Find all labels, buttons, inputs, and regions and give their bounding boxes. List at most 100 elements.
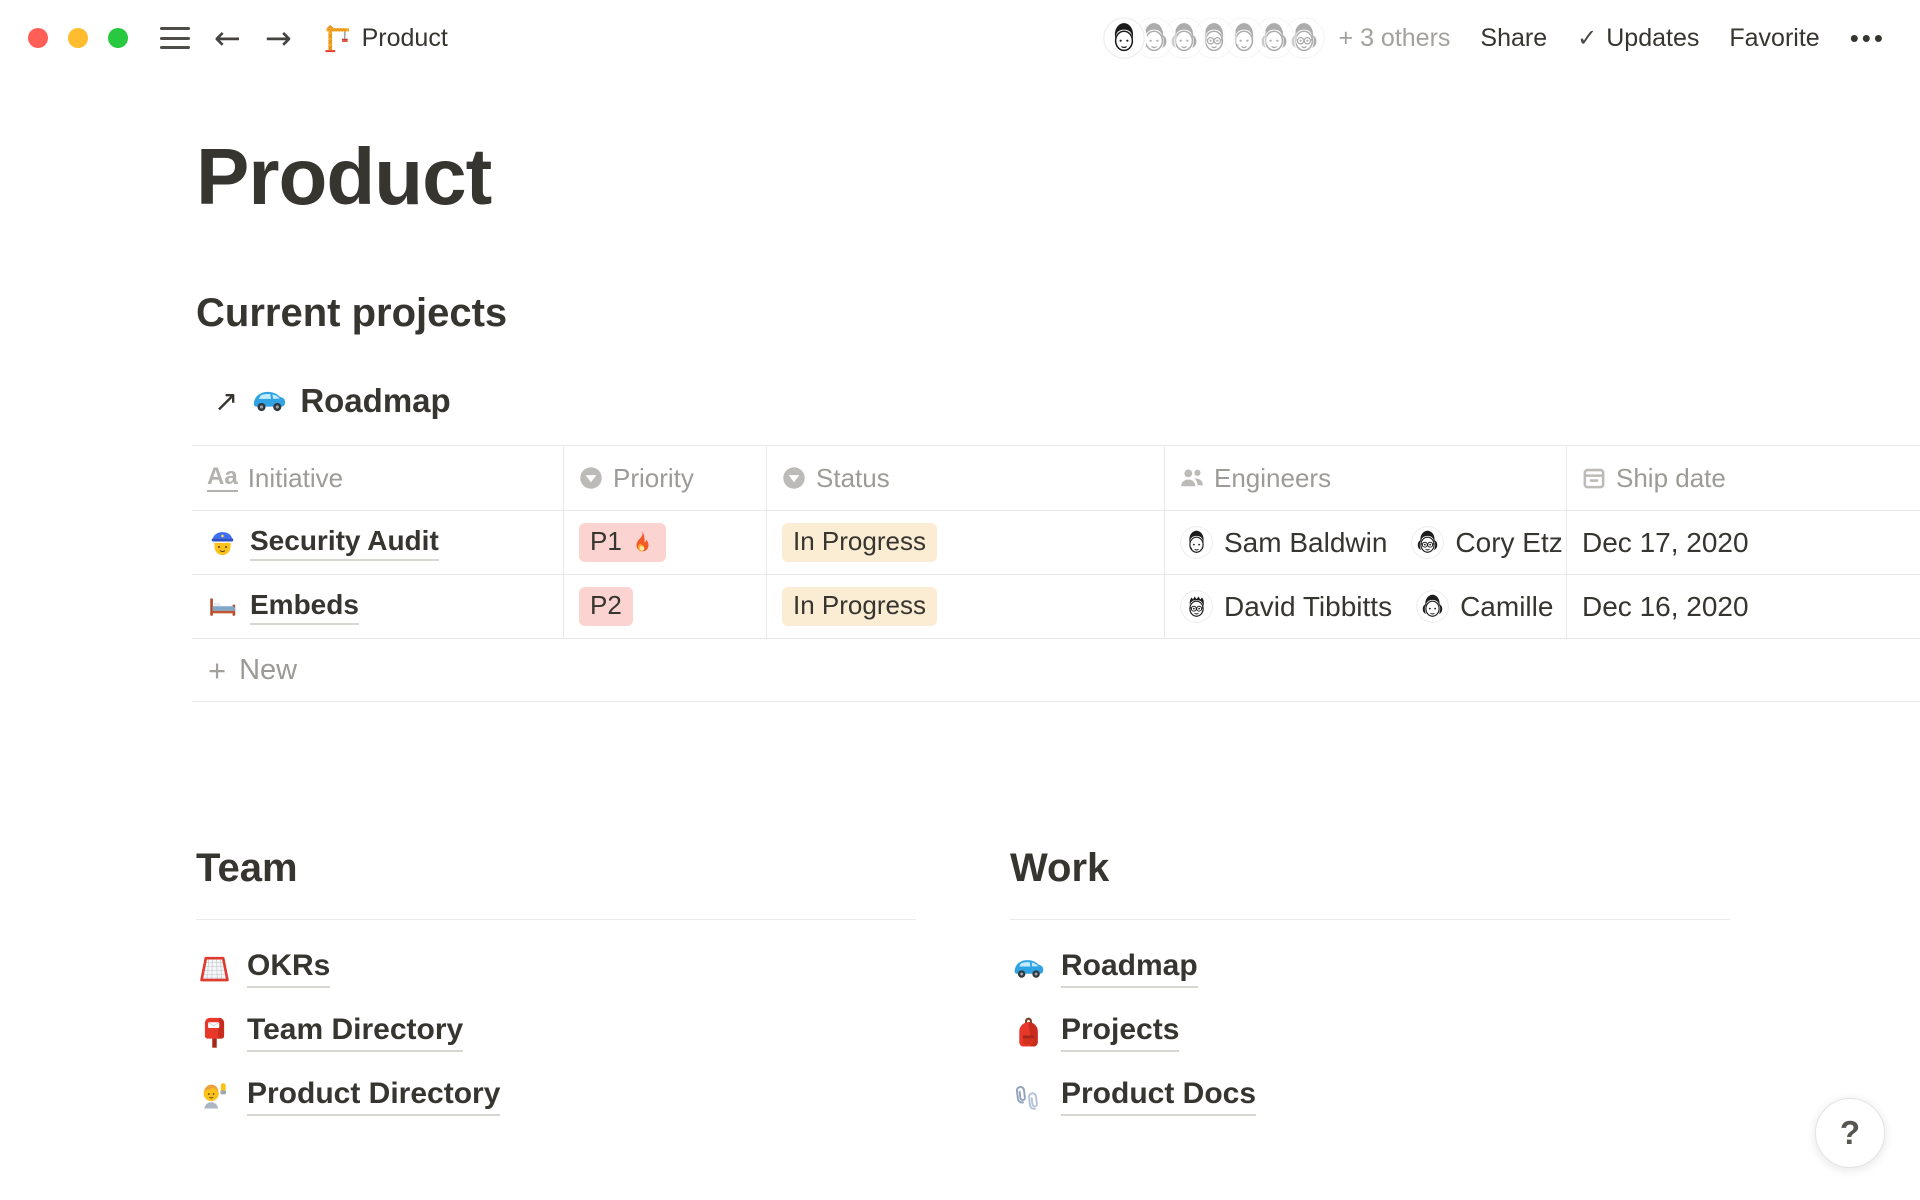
roadmap-table: Aa Initiative Priority Status Engineers … xyxy=(192,445,1920,702)
avatar xyxy=(1180,526,1213,559)
team-directory-page-link[interactable]: Team Directory xyxy=(247,1013,463,1052)
person-name: Camille xyxy=(1460,591,1553,623)
person-chip[interactable]: David Tibbitts xyxy=(1180,590,1392,623)
team-heading: Team xyxy=(196,844,916,892)
person-name: Sam Baldwin xyxy=(1224,527,1387,559)
person-chip[interactable]: Cory Etz xyxy=(1411,526,1562,559)
table-row: Embeds P2 In Progress David Tibbitts Cam… xyxy=(192,575,1920,639)
goal-net-icon xyxy=(196,952,232,985)
column-label: Engineers xyxy=(1214,463,1331,494)
page-title: Product xyxy=(196,130,1920,224)
priority-label: P1 xyxy=(590,527,622,557)
car-icon xyxy=(1010,952,1046,985)
flame-icon xyxy=(629,529,655,555)
roadmap-page-link[interactable]: Roadmap xyxy=(1061,949,1198,988)
priority-badge[interactable]: P2 xyxy=(579,587,633,626)
column-label: Ship date xyxy=(1616,463,1726,494)
presence-avatars: + 3 others xyxy=(1103,17,1451,59)
avatar xyxy=(1411,526,1444,559)
list-item: Projects xyxy=(1010,1000,1730,1064)
status-cell[interactable]: In Progress xyxy=(766,575,1164,638)
okrs-page-link[interactable]: OKRs xyxy=(247,949,330,988)
updates-button[interactable]: ✓ Updates xyxy=(1577,24,1699,53)
column-header-engineers[interactable]: Engineers xyxy=(1164,446,1566,510)
avatar xyxy=(1416,590,1449,623)
zoom-window-button[interactable] xyxy=(108,28,128,48)
list-item: OKRs xyxy=(196,936,916,1000)
priority-label: P2 xyxy=(590,591,622,621)
backpack-icon xyxy=(1010,1016,1046,1049)
priority-cell[interactable]: P1 xyxy=(563,511,766,574)
person-raising-hand-icon xyxy=(196,1080,232,1113)
linked-database-title[interactable]: ↗ Roadmap xyxy=(214,378,1920,424)
projects-page-link[interactable]: Projects xyxy=(1061,1013,1179,1052)
priority-cell[interactable]: P2 xyxy=(563,575,766,638)
linked-database-label: Roadmap xyxy=(300,382,450,420)
work-heading: Work xyxy=(1010,844,1730,892)
ship-date-cell[interactable]: Dec 16, 2020 xyxy=(1566,575,1920,638)
column-header-ship-date[interactable]: Ship date xyxy=(1566,446,1920,510)
list-item: Product Directory xyxy=(196,1064,916,1128)
forward-arrow-icon[interactable]: → xyxy=(265,22,292,54)
initiative-page-link[interactable]: Embeds xyxy=(250,589,359,625)
person-chip[interactable]: Camille xyxy=(1416,590,1553,623)
list-item: Roadmap xyxy=(1010,936,1730,1000)
person-chip[interactable]: Sam Baldwin xyxy=(1180,526,1387,559)
column-header-priority[interactable]: Priority xyxy=(563,446,766,510)
engineers-cell[interactable]: David Tibbitts Camille xyxy=(1164,575,1566,638)
text-property-icon: Aa xyxy=(207,465,238,492)
product-docs-page-link[interactable]: Product Docs xyxy=(1061,1077,1256,1116)
sidebar-menu-icon[interactable] xyxy=(160,27,190,49)
favorite-button[interactable]: Favorite xyxy=(1729,24,1819,53)
check-icon: ✓ xyxy=(1577,24,1597,52)
construction-crane-icon xyxy=(322,23,352,53)
status-cell[interactable]: In Progress xyxy=(766,511,1164,574)
status-badge[interactable]: In Progress xyxy=(782,587,937,626)
divider xyxy=(196,919,916,920)
more-options-icon[interactable]: ••• xyxy=(1850,23,1886,54)
help-button[interactable]: ? xyxy=(1815,1098,1885,1168)
calendar-property-icon xyxy=(1582,466,1606,490)
status-badge[interactable]: In Progress xyxy=(782,523,937,562)
person-name: Cory Etz xyxy=(1455,527,1562,559)
plus-icon: + xyxy=(208,655,226,686)
divider xyxy=(1010,919,1730,920)
select-property-icon xyxy=(579,466,603,490)
paperclips-icon xyxy=(1010,1080,1046,1113)
back-arrow-icon[interactable]: ← xyxy=(214,22,241,54)
car-icon xyxy=(251,383,287,419)
avatar[interactable] xyxy=(1103,17,1145,59)
person-name: David Tibbitts xyxy=(1224,591,1392,623)
current-projects-heading: Current projects xyxy=(196,288,1920,338)
status-label: In Progress xyxy=(793,591,926,621)
avatar xyxy=(1180,590,1213,623)
close-window-button[interactable] xyxy=(28,28,48,48)
status-label: In Progress xyxy=(793,527,926,557)
column-header-status[interactable]: Status xyxy=(766,446,1164,510)
ship-date-cell[interactable]: Dec 17, 2020 xyxy=(1566,511,1920,574)
minimize-window-button[interactable] xyxy=(68,28,88,48)
engineers-cell[interactable]: Sam Baldwin Cory Etz xyxy=(1164,511,1566,574)
window-controls xyxy=(28,28,128,48)
initiative-cell: Embeds xyxy=(192,575,563,638)
initiative-page-link[interactable]: Security Audit xyxy=(250,525,439,561)
column-label: Status xyxy=(816,463,890,494)
share-button[interactable]: Share xyxy=(1480,24,1547,53)
column-label: Initiative xyxy=(248,463,343,494)
table-header-row: Aa Initiative Priority Status Engineers … xyxy=(192,446,1920,511)
column-label: Priority xyxy=(613,463,694,494)
column-header-initiative[interactable]: Aa Initiative xyxy=(192,446,563,510)
breadcrumb-label: Product xyxy=(362,24,448,53)
priority-badge[interactable]: P1 xyxy=(579,523,666,562)
new-row-label: New xyxy=(239,654,297,687)
north-east-arrow-icon: ↗ xyxy=(214,384,238,418)
window-titlebar: ← → Product + 3 others Share ✓ Updates F… xyxy=(0,0,1920,76)
product-directory-page-link[interactable]: Product Directory xyxy=(247,1077,500,1116)
breadcrumb[interactable]: Product xyxy=(322,23,448,53)
ship-date-value: Dec 17, 2020 xyxy=(1582,527,1749,559)
others-count-label[interactable]: + 3 others xyxy=(1339,24,1451,53)
table-new-row-button[interactable]: + New xyxy=(192,639,1920,702)
police-officer-icon xyxy=(207,527,238,558)
ship-date-value: Dec 16, 2020 xyxy=(1582,591,1749,623)
list-item: Team Directory xyxy=(196,1000,916,1064)
